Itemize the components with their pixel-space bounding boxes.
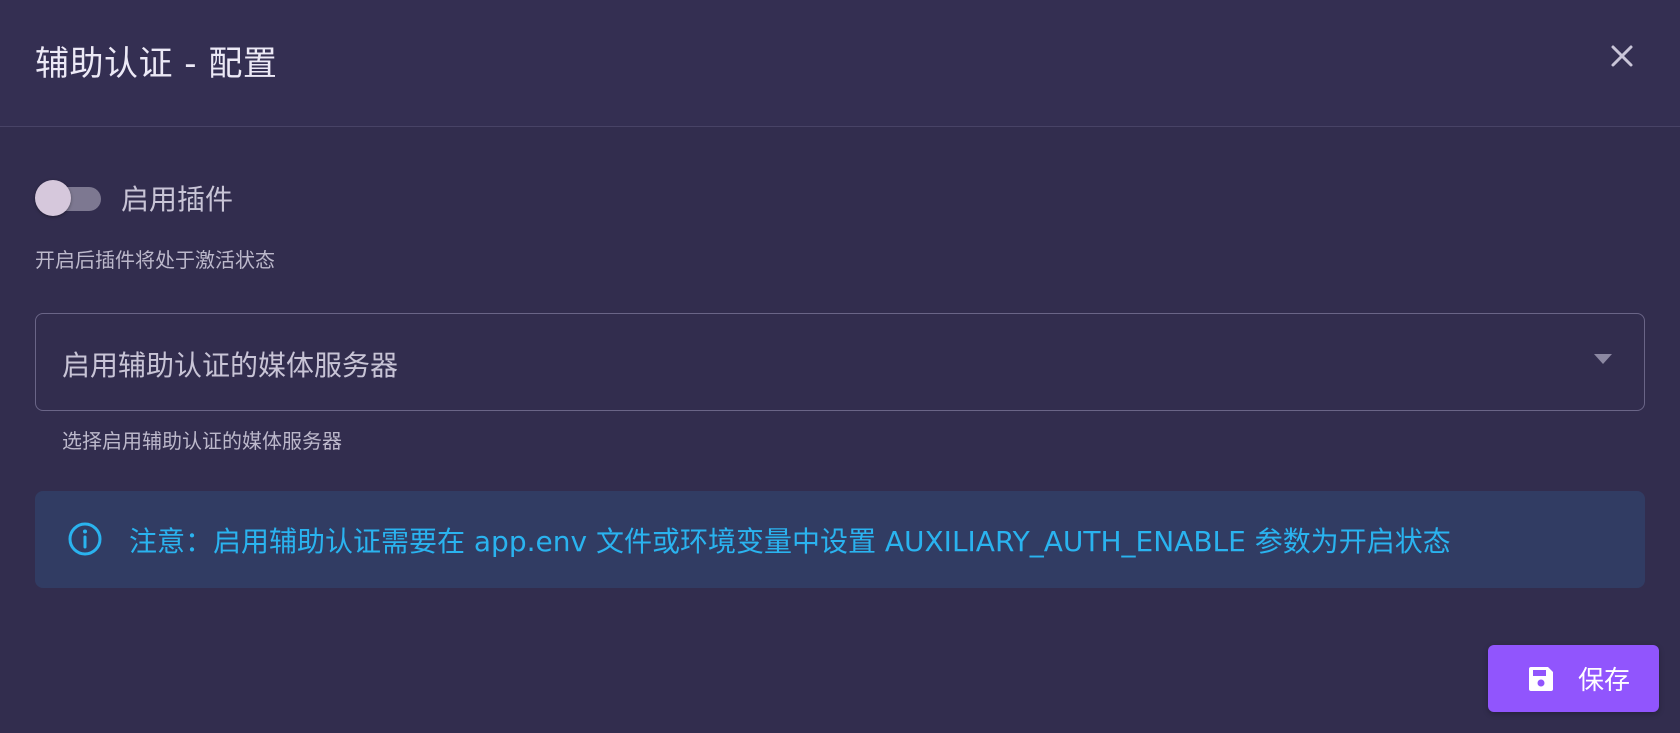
save-button-label: 保存 [1578,666,1631,696]
close-button[interactable] [1602,36,1642,76]
media-server-select[interactable]: 启用辅助认证的媒体服务器 [35,313,1645,411]
switch-thumb [35,180,71,216]
media-server-select-hint: 选择启用辅助认证的媒体服务器 [62,429,342,453]
info-icon [68,522,102,556]
config-dialog: 辅助认证 - 配置 启用插件 开启后插件将处于激活状态 启用辅助认证的媒体服务器… [0,0,1680,733]
dialog-title: 辅助认证 - 配置 [35,44,278,84]
close-icon [1611,45,1633,67]
save-button[interactable]: 保存 [1488,645,1659,712]
chevron-down-icon[interactable] [1594,354,1612,364]
save-icon [1529,666,1553,691]
enable-plugin-hint: 开启后插件将处于激活状态 [35,248,275,272]
plugin-toggle-row: 启用插件 [35,176,233,220]
info-alert: 注意：启用辅助认证需要在 app.env 文件或环境变量中设置 AUXILIAR… [35,491,1645,588]
dialog-header: 辅助认证 - 配置 [0,0,1680,127]
media-server-select-label: 启用辅助认证的媒体服务器 [62,349,399,382]
alert-text: 注意：启用辅助认证需要在 app.env 文件或环境变量中设置 AUXILIAR… [129,525,1451,558]
enable-plugin-label: 启用插件 [121,183,234,216]
enable-plugin-switch[interactable] [35,178,103,218]
